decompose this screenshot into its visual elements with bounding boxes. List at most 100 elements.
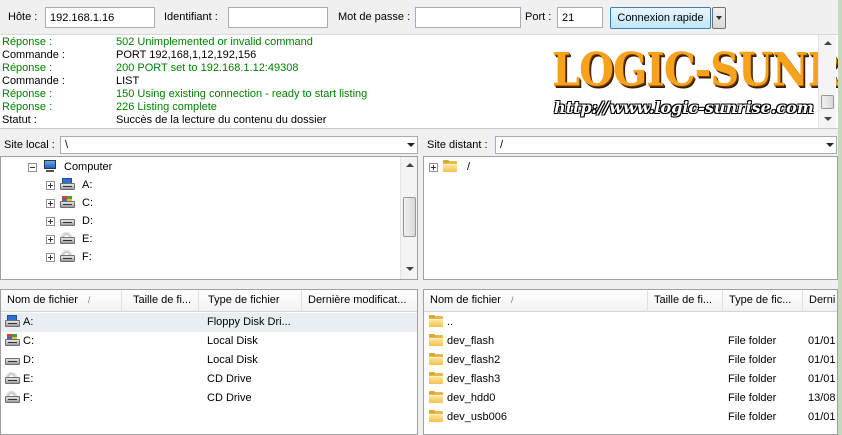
window-frame-edge [838,0,842,435]
tree-node-label: D: [82,215,93,227]
tree-node-label: C: [82,197,93,209]
column-header-filetype[interactable]: Type de fichier [202,290,302,312]
file-name: A: [23,316,34,328]
cd-drive-icon [5,391,21,406]
column-header-filesize[interactable]: Taille de fi... [127,290,199,312]
message-log[interactable]: Réponse : 502 Unimplemented or invalid co… [0,35,838,129]
password-input[interactable] [415,7,521,28]
watermark-logo-text: LOGIC-SUNRISE [552,43,838,98]
file-name: dev_flash3 [447,373,501,385]
log-entry-message: 226 Listing complete [116,101,217,113]
log-entry-message: 502 Unimplemented or invalid command [116,36,313,48]
file-last-modified: 01/01 [808,411,836,423]
file-last-modified: 13/08 [808,392,836,404]
column-header-filename[interactable]: Nom de fichier / [1,290,122,312]
scroll-up-arrow-icon[interactable] [819,35,836,52]
local-directory-tree[interactable]: Computer A: C: D: E: F: [0,156,418,280]
file-name: E: [23,373,34,385]
host-input[interactable] [45,7,155,28]
expand-plus-icon[interactable] [46,253,55,262]
file-name: D: [23,354,34,366]
column-header-last-modified[interactable]: Dernière modificat... [302,290,417,312]
log-entry-type: Réponse : [2,62,53,74]
log-scroll-thumb[interactable] [821,95,834,109]
chevron-down-icon[interactable] [407,143,415,147]
local-site-label: Site local : [4,139,55,151]
file-name: C: [23,335,34,347]
remote-site-label: Site distant : [427,139,488,151]
file-row[interactable]: E: CD Drive [1,370,417,389]
logic-sunrise-watermark: LOGIC-SUNRISE http://www.logic-sunrise.c… [552,43,838,123]
log-entry-message: LIST [116,75,140,87]
folder-icon [429,391,445,406]
file-type: Floppy Disk Dri... [207,316,291,328]
folder-icon [443,160,459,174]
scroll-down-arrow-icon[interactable] [819,111,836,128]
file-name: dev_usb006 [447,411,507,423]
chevron-down-icon[interactable] [826,143,834,147]
collapse-minus-icon[interactable] [28,163,37,172]
cd-drive-icon [60,250,76,264]
quickconnect-history-dropdown[interactable] [712,7,726,29]
file-row[interactable]: dev_flash3 File folder 01/01 [424,370,837,389]
log-entry-message: PORT 192,168,1,12,192,156 [116,49,257,61]
windows-drive-icon [5,334,21,349]
floppy-drive-icon [60,178,76,192]
remote-directory-tree[interactable]: / [423,156,838,280]
file-row[interactable]: C: Local Disk [1,332,417,351]
tree-node-label: E: [82,233,93,245]
sort-indicator-icon: / [510,295,514,305]
file-name: dev_flash [447,335,495,347]
scroll-down-arrow-icon[interactable] [401,261,417,278]
file-last-modified: 01/01 [808,354,836,366]
sort-indicator-icon: / [87,295,91,305]
log-entry-message: 200 PORT set to 192.168.1.12:49308 [116,62,299,74]
file-row[interactable]: dev_usb006 File folder 01/01 [424,408,837,427]
host-label: Hôte : [8,11,38,23]
log-entry-type: Réponse : [2,88,53,100]
file-last-modified: 01/01 [808,373,836,385]
column-header-filesize[interactable]: Taille de fi... [648,290,723,312]
file-row[interactable]: A: Floppy Disk Dri... [1,313,417,332]
local-path-value: \ [65,139,69,151]
cd-drive-icon [5,372,21,387]
local-path-combo[interactable]: \ [60,136,418,154]
folder-icon [429,372,445,387]
remote-path-combo[interactable]: / [495,136,837,154]
local-list-header: Nom de fichier / Taille de fi... Type de … [1,290,417,312]
expand-plus-icon[interactable] [46,235,55,244]
expand-plus-icon[interactable] [46,181,55,190]
log-entry-type: Réponse : [2,36,53,48]
file-row[interactable]: F: CD Drive [1,389,417,408]
cd-drive-icon [60,232,76,246]
column-header-filetype[interactable]: Type de fic... [723,290,803,312]
column-header-filename[interactable]: Nom de fichier / [424,290,648,312]
folder-icon [429,315,445,330]
expand-plus-icon[interactable] [46,217,55,226]
remote-file-list[interactable]: Nom de fichier / Taille de fi... Type de … [423,289,838,435]
local-tree-scrollbar[interactable] [400,157,417,279]
expand-plus-icon[interactable] [429,163,438,172]
file-type: File folder [728,411,777,423]
file-type: CD Drive [207,373,252,385]
file-row[interactable]: dev_flash2 File folder 01/01 [424,351,837,370]
log-entry-type: Commande : [2,75,65,87]
expand-plus-icon[interactable] [46,199,55,208]
file-row[interactable]: dev_flash File folder 01/01 [424,332,837,351]
log-entry-message: 150 Using existing connection - ready to… [116,88,368,100]
local-tree-scroll-thumb[interactable] [403,197,416,237]
quickconnect-button[interactable]: Connexion rapide [610,7,711,29]
floppy-drive-icon [5,315,21,330]
scroll-up-arrow-icon[interactable] [401,157,417,174]
file-type: File folder [728,354,777,366]
file-row[interactable]: dev_hdd0 File folder 13/08 [424,389,837,408]
username-input[interactable] [228,7,328,28]
local-file-list[interactable]: Nom de fichier / Taille de fi... Type de … [0,289,418,435]
column-header-last-modified[interactable]: Derni [803,290,837,312]
file-row[interactable]: D: Local Disk [1,351,417,370]
file-row[interactable]: .. [424,313,837,332]
remote-path-value: / [500,139,504,151]
log-scrollbar[interactable] [818,35,836,128]
folder-icon [429,410,445,425]
port-input[interactable] [557,7,603,28]
